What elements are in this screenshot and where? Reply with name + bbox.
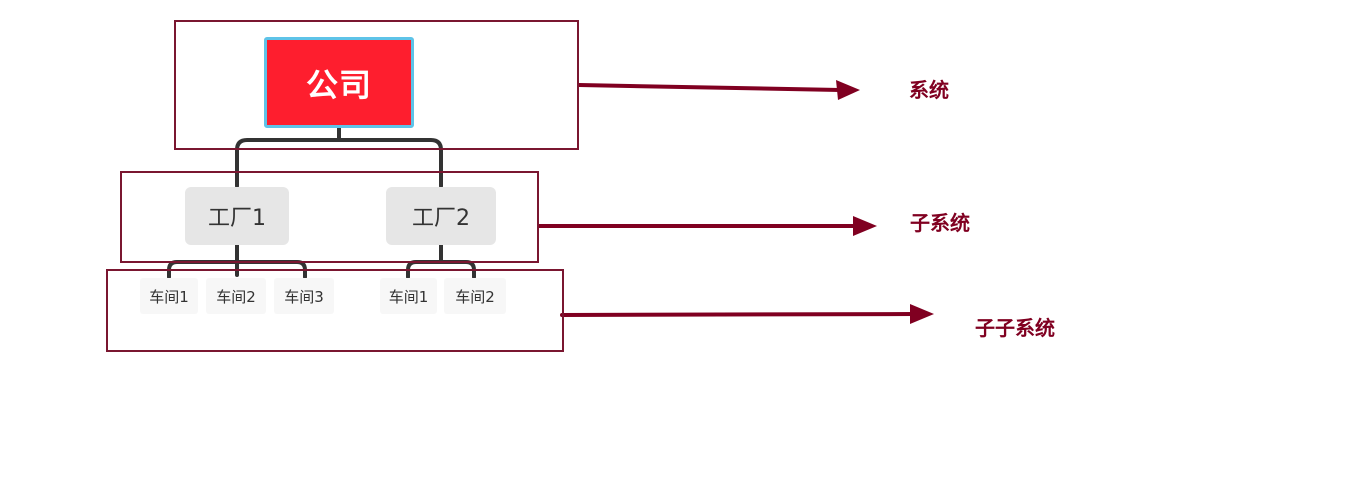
level-label-subsystem: 子系统 [910, 211, 970, 235]
company-node-label: 公司 [305, 65, 372, 104]
factory2-workshop2-label: 车间2 [455, 287, 495, 306]
level-label-system: 系统 [909, 78, 949, 102]
arrow-subsubsystem-head [910, 304, 934, 324]
company-node[interactable]: 公司 [264, 37, 414, 128]
arrow-system-head [836, 80, 860, 100]
factory2-workshop2-node[interactable]: 车间2 [444, 278, 506, 314]
factory1-workshop2-node[interactable]: 车间2 [206, 278, 266, 314]
factory2-node[interactable]: 工厂2 [386, 187, 496, 245]
level-label-subsubsystem: 子子系统 [975, 316, 1055, 340]
arrow-subsystem-head [853, 216, 877, 236]
arrow-system-shaft [577, 83, 842, 92]
factory1-node[interactable]: 工厂1 [185, 187, 289, 245]
arrow-subsubsystem-shaft [560, 312, 916, 317]
factory1-workshop2-label: 车间2 [216, 287, 256, 306]
factory2-workshop1-label: 车间1 [388, 287, 429, 306]
factory1-workshop1-label: 车间1 [149, 287, 189, 306]
factory1-node-label: 工厂1 [208, 206, 266, 231]
factory2-workshop1-node[interactable]: 车间1 [380, 278, 437, 314]
factory1-workshop3-node[interactable]: 车间3 [274, 278, 334, 314]
factory1-workshop3-label: 车间3 [284, 287, 324, 306]
factory1-workshop1-node[interactable]: 车间1 [140, 278, 198, 314]
factory2-node-label: 工厂2 [412, 206, 470, 231]
level-arrows [537, 80, 934, 324]
